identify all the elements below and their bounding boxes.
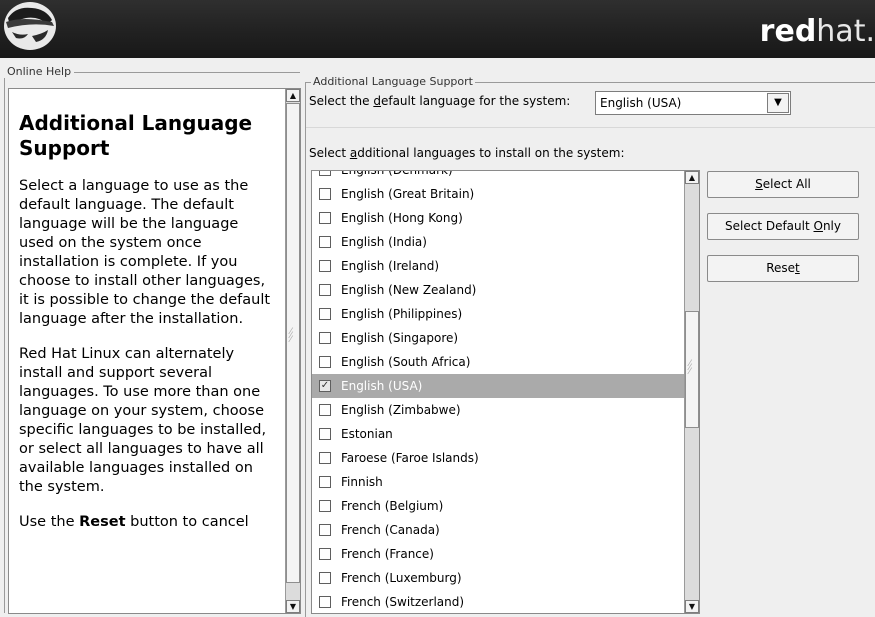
language-checkbox[interactable] xyxy=(319,404,331,416)
language-row[interactable]: English (Zimbabwe) xyxy=(312,398,684,422)
language-checkbox[interactable] xyxy=(319,236,331,248)
additional-languages-list[interactable]: English (Denmark) English (Great Britain)… xyxy=(311,170,700,614)
default-language-select[interactable]: English (USA) ▼ xyxy=(595,91,791,115)
language-list-scrollbar[interactable]: ▲ ⁄ ⁄ ⁄ ▼ xyxy=(684,171,699,613)
scroll-down-arrow-icon[interactable]: ▼ xyxy=(685,600,699,613)
language-row[interactable]: English (Singapore) xyxy=(312,326,684,350)
separator xyxy=(306,127,875,128)
language-name: French (Luxemburg) xyxy=(341,571,462,585)
language-name: English (India) xyxy=(341,235,427,249)
redhat-wordmark: redhat. xyxy=(759,14,875,49)
help-paragraph: Use the Reset button to cancel xyxy=(19,514,249,530)
language-checkbox[interactable] xyxy=(319,171,331,176)
language-row[interactable]: English (India) xyxy=(312,230,684,254)
language-checkbox[interactable] xyxy=(319,500,331,512)
redhat-shadowman-icon xyxy=(4,2,56,50)
online-help-label: Online Help xyxy=(4,65,75,78)
language-name: English (Great Britain) xyxy=(341,187,475,201)
language-row[interactable]: Finnish xyxy=(312,470,684,494)
language-row[interactable]: ✓ English (USA) xyxy=(312,374,684,398)
language-row[interactable]: French (France) xyxy=(312,542,684,566)
language-row[interactable]: English (South Africa) xyxy=(312,350,684,374)
reset-button[interactable]: Reset xyxy=(707,255,859,282)
language-row[interactable]: English (Great Britain) xyxy=(312,182,684,206)
scroll-up-arrow-icon[interactable]: ▲ xyxy=(286,89,300,102)
language-row[interactable]: Estonian xyxy=(312,422,684,446)
scroll-down-arrow-icon[interactable]: ▼ xyxy=(286,600,300,613)
language-checkbox[interactable] xyxy=(319,572,331,584)
language-row[interactable]: English (New Zealand) xyxy=(312,278,684,302)
help-title: Additional Language Support xyxy=(19,111,253,160)
default-language-label: Select the default language for the syst… xyxy=(309,94,571,108)
language-name: English (Philippines) xyxy=(341,307,463,321)
language-name: French (Canada) xyxy=(341,523,440,537)
language-name: French (Belgium) xyxy=(341,499,444,513)
language-row[interactable]: Faroese (Faroe Islands) xyxy=(312,446,684,470)
redhat-banner: redhat. xyxy=(0,0,875,58)
language-checkbox[interactable] xyxy=(319,548,331,560)
language-list-scroll-thumb[interactable]: ⁄ ⁄ ⁄ xyxy=(685,311,699,428)
language-checkbox[interactable] xyxy=(319,356,331,368)
language-name: Finnish xyxy=(341,475,383,489)
language-support-label: Additional Language Support xyxy=(311,75,475,88)
language-name: English (Denmark) xyxy=(341,170,453,177)
language-row[interactable]: French (Switzerland) xyxy=(312,590,684,613)
online-help-pane: Additional Language Support Select a lan… xyxy=(8,88,301,614)
language-row[interactable]: French (Belgium) xyxy=(312,494,684,518)
language-name: English (South Africa) xyxy=(341,355,471,369)
language-checkbox[interactable] xyxy=(319,596,331,608)
language-row[interactable]: English (Denmark) xyxy=(312,170,684,182)
language-checkbox[interactable] xyxy=(319,284,331,296)
language-checkbox[interactable] xyxy=(319,332,331,344)
language-rows: English (Denmark) English (Great Britain)… xyxy=(312,170,684,613)
help-paragraph: Select a language to use as the default … xyxy=(19,178,271,327)
help-scroll-thumb[interactable]: ⁄ ⁄ ⁄ xyxy=(286,103,300,583)
help-scrollbar[interactable]: ▲ ⁄ ⁄ ⁄ ▼ xyxy=(285,89,300,613)
help-paragraph: Red Hat Linux can alternately install an… xyxy=(19,346,267,495)
language-name: English (Ireland) xyxy=(341,259,440,273)
language-row[interactable]: French (Canada) xyxy=(312,518,684,542)
language-checkbox[interactable] xyxy=(319,188,331,200)
language-name: French (Switzerland) xyxy=(341,595,465,609)
chevron-down-icon[interactable]: ▼ xyxy=(767,93,789,113)
language-name: English (Zimbabwe) xyxy=(341,403,461,417)
language-checkbox[interactable] xyxy=(319,476,331,488)
language-name: Estonian xyxy=(341,427,393,441)
additional-languages-label: Select additional languages to install o… xyxy=(309,146,625,160)
default-language-value: English (USA) xyxy=(600,96,682,110)
scroll-up-arrow-icon[interactable]: ▲ xyxy=(685,171,699,184)
language-name: English (New Zealand) xyxy=(341,283,477,297)
language-checkbox[interactable] xyxy=(319,260,331,272)
language-row[interactable]: English (Hong Kong) xyxy=(312,206,684,230)
language-row[interactable]: French (Luxemburg) xyxy=(312,566,684,590)
language-checkbox[interactable] xyxy=(319,428,331,440)
language-row[interactable]: English (Philippines) xyxy=(312,302,684,326)
language-row[interactable]: English (Ireland) xyxy=(312,254,684,278)
grip-icon: ⁄ ⁄ ⁄ xyxy=(290,327,292,345)
language-name: French (France) xyxy=(341,547,434,561)
select-default-only-button[interactable]: Select Default Only xyxy=(707,213,859,240)
language-name: English (USA) xyxy=(341,379,423,393)
language-name: English (Hong Kong) xyxy=(341,211,463,225)
language-checkbox[interactable] xyxy=(319,452,331,464)
language-checkbox[interactable] xyxy=(319,308,331,320)
select-all-button[interactable]: Select All xyxy=(707,171,859,198)
language-checkbox[interactable] xyxy=(319,212,331,224)
language-name: Faroese (Faroe Islands) xyxy=(341,451,479,465)
grip-icon: ⁄ ⁄ ⁄ xyxy=(689,359,691,377)
language-name: English (Singapore) xyxy=(341,331,459,345)
help-content: Additional Language Support Select a lan… xyxy=(19,111,277,532)
language-checkbox[interactable] xyxy=(319,524,331,536)
language-checkbox[interactable]: ✓ xyxy=(319,380,331,392)
